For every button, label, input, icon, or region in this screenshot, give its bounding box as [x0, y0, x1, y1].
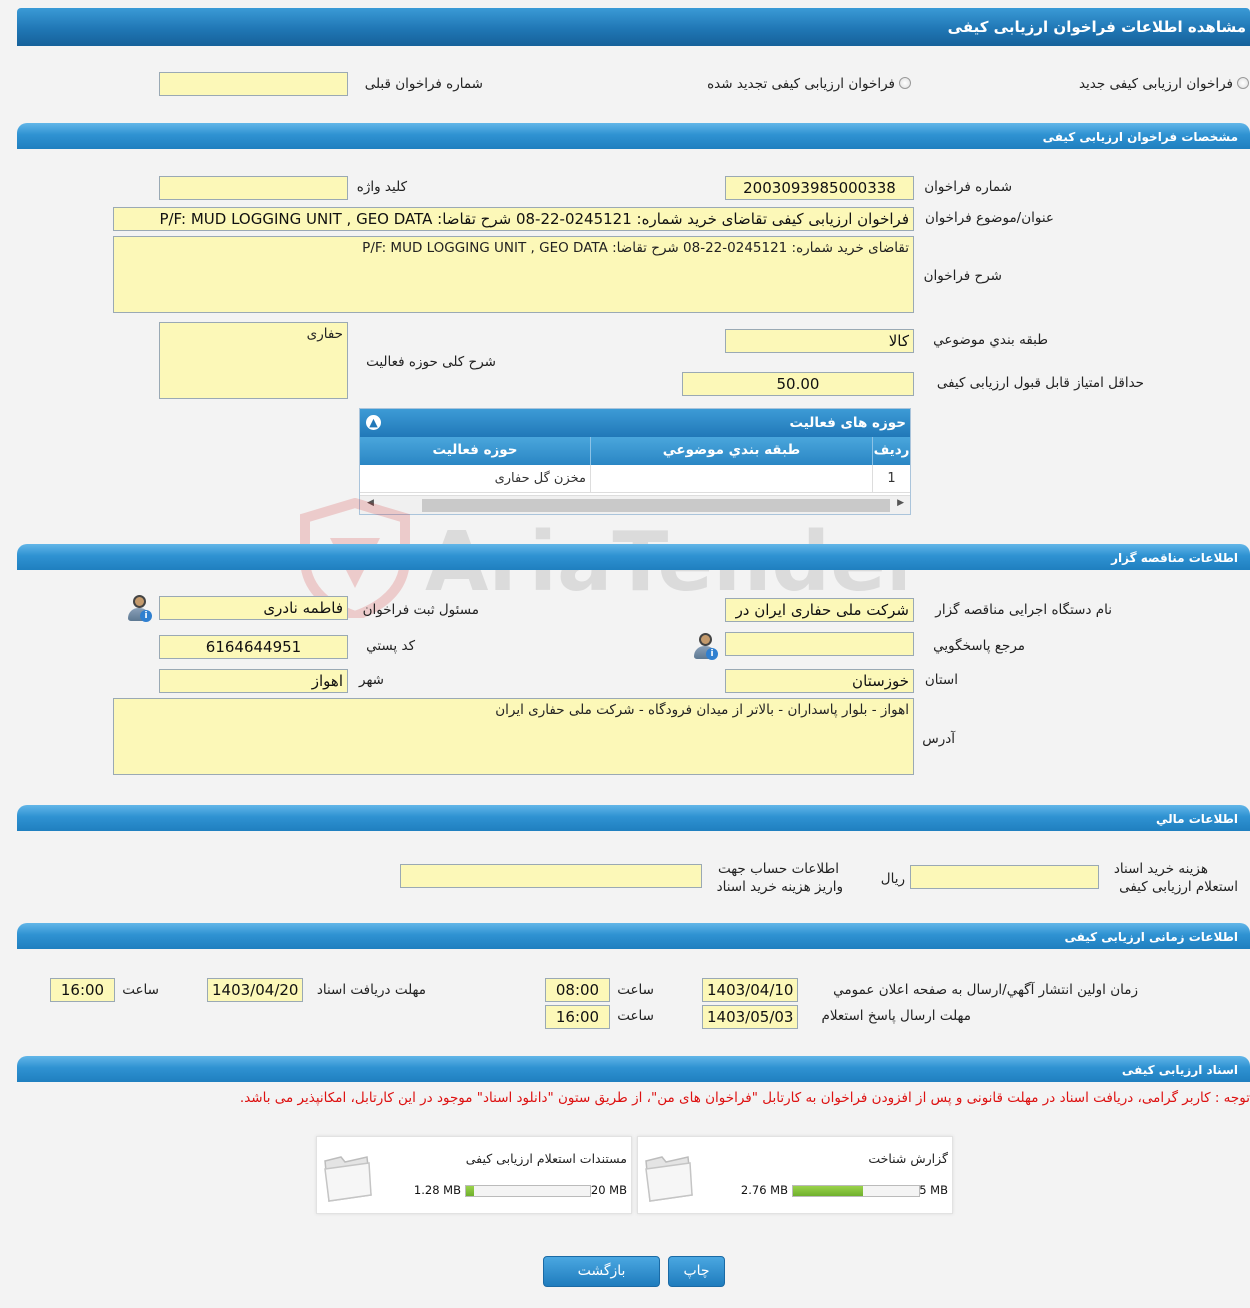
previous-number-label: شماره فراخوان قبلی — [364, 76, 483, 92]
deadline-reply-date-field: 1403/05/03 — [702, 1005, 798, 1029]
organizer-section-header: اطلاعات مناقصه گزار — [17, 544, 1250, 570]
doc-fee-label-2: استعلام ارزیابی کیفی — [1119, 879, 1238, 895]
file-title: گزارش شناخت — [868, 1151, 948, 1166]
address-label: آدرس — [922, 731, 955, 747]
deadline-reply-label: مهلت ارسال پاسخ استعلام — [821, 1008, 971, 1024]
horizontal-scrollbar[interactable]: ◀ ▶ — [360, 495, 910, 514]
postal-code-label: کد پستي — [366, 638, 415, 654]
deadline-receive-label: مهلت دریافت اسناد — [316, 982, 426, 998]
org-name-label: نام دستگاه اجرایی مناقصه گزار — [935, 602, 1112, 618]
publish-time-label: ساعت — [617, 982, 654, 998]
activity-scope-label: شرح کلی حوزه فعالیت — [366, 354, 496, 370]
file-size-bar-fill — [793, 1186, 863, 1196]
chevron-up-icon[interactable]: ▲ — [366, 415, 381, 430]
registrar-field: فاطمه نادری — [159, 596, 348, 620]
doc-fee-label-1: هزینه خرید اسناد — [1113, 861, 1208, 877]
activity-grid-columns: رديف طبقه بندي موضوعي حوزه فعالیت — [360, 437, 910, 465]
city-field: اهواز — [159, 669, 348, 693]
description-label: شرح فراخوان — [923, 268, 1002, 284]
postal-code-field: 6164644951 — [159, 635, 348, 659]
keyword-label: کلید واژه — [356, 179, 407, 195]
folder-icon — [324, 1156, 372, 1202]
category-field: کالا — [725, 329, 914, 353]
file-max-size: 20 MB — [590, 1183, 627, 1197]
activity-grid-header: حوزه های فعالیت ▲ — [360, 409, 910, 437]
deadline-receive-time-field: 16:00 — [50, 978, 115, 1002]
account-label-2: واریز هزینه خرید اسناد — [716, 879, 843, 895]
account-label-1: اطلاعات حساب جهت — [717, 861, 839, 877]
column-category[interactable]: طبقه بندي موضوعي — [590, 437, 872, 465]
column-activity[interactable]: حوزه فعالیت — [360, 437, 590, 465]
scrollbar-thumb[interactable] — [422, 499, 890, 512]
deadline-receive-date-field: 1403/04/20 — [207, 978, 303, 1002]
file-size-bar-fill — [466, 1186, 474, 1196]
deadline-reply-time-field: 16:00 — [545, 1005, 610, 1029]
documents-section-header: اسناد ارزیابی کیفی — [17, 1056, 1250, 1082]
category-label: طبقه بندي موضوعي — [933, 332, 1048, 348]
deadline-reply-time-label: ساعت — [617, 1008, 654, 1024]
renewed-call-label: فراخوان ارزیابی کیفی تجدید شده — [707, 76, 895, 92]
row-index-cell: 1 — [872, 465, 910, 493]
responder-label: مرجع پاسخگويي — [933, 638, 1025, 654]
new-call-radio[interactable] — [1237, 77, 1249, 89]
activity-grid-title: حوزه های فعالیت — [789, 415, 906, 431]
table-row[interactable]: 1 مخزن گل حفاری — [360, 465, 910, 493]
publish-label: زمان اولين انتشار آگهي/ارسال به صفحه اعل… — [833, 982, 1138, 998]
previous-number-field[interactable] — [159, 72, 348, 96]
publish-time-field: 08:00 — [545, 978, 610, 1002]
row-category-cell — [590, 465, 872, 493]
documents-notice: توجه : کاربر گرامی، دریافت اسناد در مهلت… — [239, 1090, 1250, 1106]
activity-scope-field: حفاری — [159, 322, 348, 399]
file-size-bar — [465, 1185, 591, 1197]
scroll-left-icon[interactable]: ◀ — [367, 498, 374, 508]
org-name-field: شرکت ملی حفاری ایران در — [725, 598, 914, 622]
file-size: 1.28 MB — [413, 1183, 461, 1197]
new-call-label: فراخوان ارزیابی کیفی جدید — [1078, 76, 1233, 92]
print-button[interactable]: چاپ — [668, 1256, 725, 1287]
registrar-info-icon[interactable]: i — [125, 594, 153, 624]
publish-date-field: 1403/04/10 — [702, 978, 798, 1002]
file-title: مستندات استعلام ارزیابی کیفی — [465, 1151, 627, 1166]
folder-icon — [645, 1156, 693, 1202]
timing-section-header: اطلاعات زمانی ارزیابی کیفی — [17, 923, 1250, 949]
renewed-call-radio[interactable] — [899, 77, 911, 89]
min-score-field: 50.00 — [682, 372, 914, 396]
min-score-label: حداقل امتیاز قابل قبول ارزیابی کیفی — [936, 375, 1144, 391]
responder-field — [725, 632, 914, 656]
activity-grid: حوزه های فعالیت ▲ رديف طبقه بندي موضوعي … — [359, 408, 911, 515]
row-activity-cell: مخزن گل حفاری — [494, 471, 586, 486]
column-row-index[interactable]: رديف — [872, 437, 910, 465]
file-size: 2.76 MB — [740, 1183, 788, 1197]
keyword-field[interactable] — [159, 176, 348, 200]
financial-section-header: اطلاعات مالي — [17, 805, 1250, 831]
subject-field: فراخوان ارزیابی کیفی تقاضای خرید شماره: … — [113, 207, 914, 231]
registrar-label: مسئول ثبت فراخوان — [362, 602, 479, 618]
deadline-receive-time-label: ساعت — [122, 982, 159, 998]
call-number-field: 2003093985000338 — [725, 176, 914, 200]
subject-label: عنوان/موضوع فراخوان — [925, 210, 1054, 226]
back-button[interactable]: بازگشت — [543, 1256, 660, 1287]
file-card-inquiry-docs[interactable]: مستندات استعلام ارزیابی کیفی 20 MB 1.28 … — [316, 1136, 632, 1214]
province-field: خوزستان — [725, 669, 914, 693]
file-card-report[interactable]: گزارش شناخت 5 MB 2.76 MB — [637, 1136, 953, 1214]
description-field: تقاضای خرید شماره: 0245121-22-08 شرح تقا… — [113, 236, 914, 313]
file-size-bar — [792, 1185, 920, 1197]
call-number-label: شماره فراخوان — [924, 179, 1012, 195]
scroll-right-icon[interactable]: ▶ — [897, 498, 904, 508]
account-field — [400, 864, 702, 888]
page-title: مشاهده اطلاعات فراخوان ارزیابی کیفی — [17, 8, 1250, 46]
specs-section-header: مشخصات فراخوان ارزیابی کیفی — [17, 123, 1250, 149]
file-max-size: 5 MB — [919, 1183, 948, 1197]
currency-label: ريال — [880, 871, 905, 887]
address-field: اهواز - بلوار پاسداران - بالاتر از میدان… — [113, 698, 914, 775]
doc-fee-field — [910, 865, 1099, 889]
responder-info-icon[interactable]: i — [691, 632, 719, 662]
province-label: استان — [924, 672, 958, 688]
city-label: شهر — [359, 672, 384, 688]
